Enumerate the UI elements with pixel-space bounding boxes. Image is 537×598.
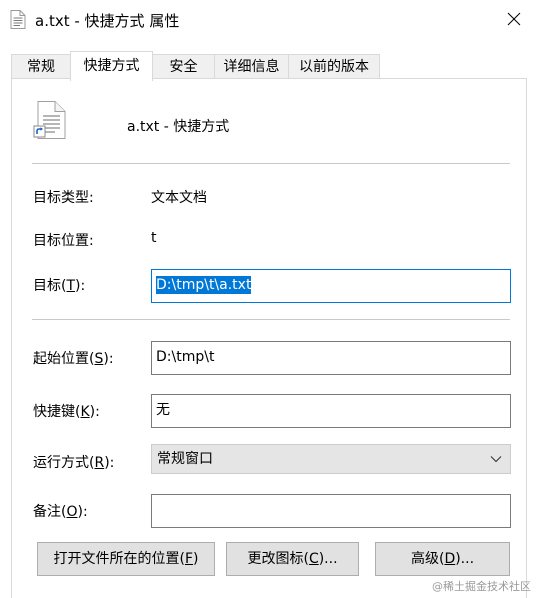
tab-label: 以前的版本 — [299, 59, 369, 75]
advanced-button[interactable]: 高级(D)... — [375, 542, 510, 576]
start-in-input[interactable]: D:\tmp\t — [151, 341, 511, 375]
button-text: )... — [455, 551, 475, 567]
label-text: ): — [75, 278, 86, 294]
tab-general[interactable]: 常规 — [11, 54, 71, 79]
tab-security[interactable]: 安全 — [152, 54, 215, 79]
access-key: F — [184, 551, 194, 567]
access-key: D — [444, 551, 456, 567]
target-input[interactable]: D:\tmp\t\a.txt — [151, 269, 511, 303]
tab-label: 常规 — [27, 59, 55, 75]
shortcut-text-file-icon — [33, 101, 66, 139]
close-button[interactable] — [491, 0, 537, 38]
shortcut-key-input-text: 无 — [156, 402, 170, 418]
text-file-icon — [10, 10, 26, 29]
access-key: R — [94, 455, 105, 471]
label-text: ): — [104, 455, 115, 471]
access-key: C — [308, 551, 319, 567]
close-icon — [507, 12, 521, 26]
tab-label: 详细信息 — [223, 59, 280, 75]
comment-label: 备注(O): — [33, 501, 88, 521]
target-type-value: 文本文档 — [151, 190, 207, 206]
button-text: 高级( — [410, 551, 445, 567]
comment-input[interactable] — [151, 494, 511, 528]
label-text: 目标( — [33, 278, 67, 294]
target-label: 目标(T): — [33, 275, 85, 295]
start-in-label: 起始位置(S): — [33, 348, 114, 368]
separator — [32, 319, 510, 320]
button-text: 打开文件所在的位置( — [53, 551, 185, 567]
watermark: @稀土掘金技术社区 — [432, 580, 531, 593]
label-text: 起始位置( — [33, 351, 95, 367]
tab-previous-versions[interactable]: 以前的版本 — [288, 54, 380, 79]
tab-label: 快捷方式 — [83, 58, 140, 74]
target-location-label: 目标位置: — [33, 233, 94, 249]
chevron-down-icon — [490, 456, 502, 463]
label-text: 运行方式( — [33, 455, 95, 471]
button-text: 更改图标( — [247, 551, 309, 567]
access-key: T — [66, 278, 76, 294]
open-file-location-button[interactable]: 打开文件所在的位置(F) — [37, 542, 215, 576]
run-dropdown[interactable]: 常规窗口 — [151, 444, 511, 474]
button-text: )... — [318, 551, 338, 567]
label-text: ): — [89, 404, 100, 420]
shortcut-key-label: 快捷键(K): — [33, 401, 100, 421]
target-type-label: 目标类型: — [33, 190, 94, 206]
label-text: 快捷键( — [33, 404, 81, 420]
shortcut-key-input[interactable]: 无 — [151, 394, 511, 428]
button-text: ) — [193, 551, 199, 567]
window-title: a.txt - 快捷方式 属性 — [35, 12, 180, 30]
shortcut-name: a.txt - 快捷方式 — [127, 119, 230, 135]
access-key: K — [80, 404, 90, 420]
access-key: O — [66, 504, 78, 520]
title-bar: a.txt - 快捷方式 属性 — [0, 0, 537, 38]
run-dropdown-value: 常规窗口 — [157, 451, 213, 467]
label-text: ): — [103, 351, 114, 367]
separator — [32, 163, 510, 164]
label-text: 备注( — [33, 504, 67, 520]
tab-details[interactable]: 详细信息 — [214, 54, 289, 79]
run-label: 运行方式(R): — [33, 452, 114, 472]
properties-dialog: a.txt - 快捷方式 属性 常规 快捷方式 安全 详细信息 以前的版本 a.… — [0, 0, 537, 598]
label-text: ): — [77, 504, 88, 520]
start-in-input-text: D:\tmp\t — [156, 349, 215, 365]
target-input-text: D:\tmp\t\a.txt — [156, 276, 252, 294]
target-location-value: t — [151, 230, 157, 246]
change-icon-button[interactable]: 更改图标(C)... — [226, 542, 359, 576]
tab-shortcut[interactable]: 快捷方式 — [70, 51, 153, 81]
tab-label: 安全 — [169, 59, 198, 75]
